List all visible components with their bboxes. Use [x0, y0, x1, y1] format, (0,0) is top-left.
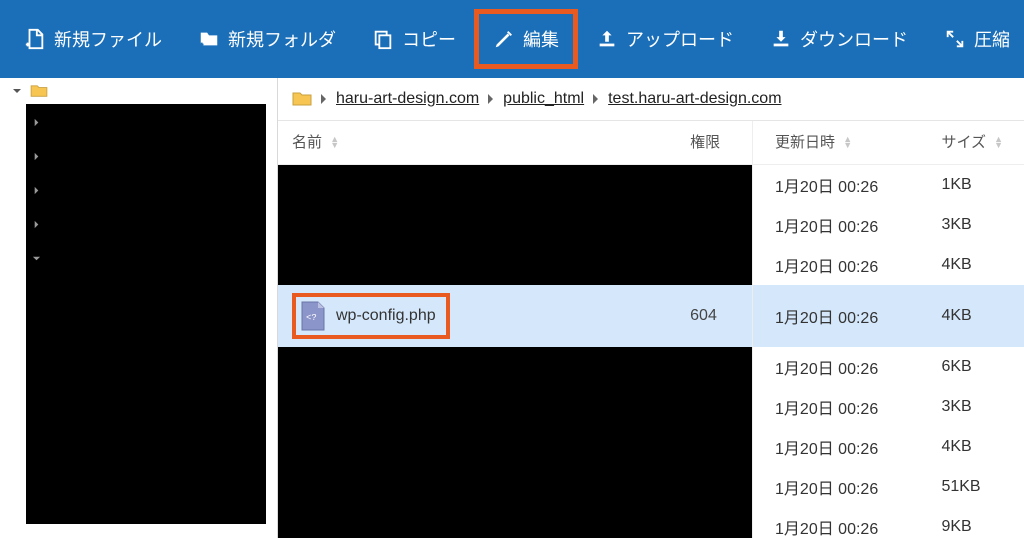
copy-label: コピー	[402, 26, 456, 52]
chevron-right-icon	[487, 93, 495, 105]
sort-icon: ▲▼	[330, 137, 339, 149]
column-name[interactable]: 名前 ▲▼	[278, 121, 680, 165]
table-row[interactable]: 1月20日 00:2651KB	[278, 467, 1024, 507]
file-size-cell: 3KB	[923, 205, 1024, 245]
download-button[interactable]: ダウンロード	[752, 16, 926, 62]
chevron-down-icon[interactable]	[12, 86, 24, 96]
table-header-row: 名前 ▲▼ 権限 更新日時 ▲▼ サイズ ▲▼	[278, 121, 1024, 165]
column-date-label: 更新日時	[775, 134, 835, 151]
file-table: 名前 ▲▼ 権限 更新日時 ▲▼ サイズ ▲▼	[278, 121, 1024, 538]
svg-text:<?: <?	[306, 313, 317, 323]
file-date-cell: 1月20日 00:26	[753, 245, 924, 285]
upload-icon	[596, 28, 618, 50]
redacted-cell	[278, 245, 753, 285]
file-date-cell: 1月20日 00:26	[753, 507, 924, 538]
redacted-cell	[278, 205, 753, 245]
file-plus-icon	[24, 28, 46, 50]
file-size-cell: 4KB	[923, 285, 1024, 347]
file-name-label: wp-config.php	[336, 307, 436, 325]
redacted-cell	[278, 427, 753, 467]
chevron-right-icon[interactable]	[32, 186, 41, 198]
new-file-button[interactable]: 新規ファイル	[6, 16, 180, 62]
pencil-icon	[493, 28, 515, 50]
column-size-label: サイズ	[941, 134, 986, 151]
table-row[interactable]: 1月20日 00:261KB	[278, 165, 1024, 206]
compress-label: 圧縮	[974, 26, 1010, 52]
upload-label: アップロード	[626, 26, 734, 52]
chevron-right-icon	[320, 93, 328, 105]
file-date-cell: 1月20日 00:26	[753, 427, 924, 467]
new-folder-button[interactable]: 新規フォルダ	[180, 16, 354, 62]
file-date-cell: 1月20日 00:26	[753, 467, 924, 507]
table-row[interactable]: 1月20日 00:264KB	[278, 427, 1024, 467]
new-folder-label: 新規フォルダ	[228, 26, 336, 52]
file-date-cell: 1月20日 00:26	[753, 285, 924, 347]
breadcrumb: haru-art-design.com public_html test.har…	[278, 78, 1024, 121]
download-icon	[770, 28, 792, 50]
column-date[interactable]: 更新日時 ▲▼	[753, 121, 924, 165]
table-row[interactable]: 1月20日 00:264KB	[278, 245, 1024, 285]
folder-plus-icon	[198, 28, 220, 50]
chevron-right-icon[interactable]	[32, 118, 41, 130]
file-size-cell: 3KB	[923, 387, 1024, 427]
chevron-right-icon[interactable]	[32, 152, 41, 164]
tree-redacted-area	[26, 104, 266, 524]
column-permission[interactable]: 権限	[680, 121, 752, 165]
breadcrumb-segment[interactable]: public_html	[503, 90, 584, 108]
file-name-cell[interactable]: <? wp-config.php	[278, 285, 680, 347]
copy-icon	[372, 28, 394, 50]
content-pane: haru-art-design.com public_html test.har…	[278, 78, 1024, 538]
new-file-label: 新規ファイル	[54, 26, 162, 52]
table-row[interactable]: <? wp-config.php 6041月20日 00:264KB	[278, 285, 1024, 347]
edit-button[interactable]: 編集	[474, 9, 578, 69]
redacted-cell	[278, 165, 753, 206]
chevron-down-icon[interactable]	[32, 254, 41, 266]
breadcrumb-segment[interactable]: haru-art-design.com	[336, 90, 479, 108]
folder-icon	[30, 84, 48, 98]
redacted-cell	[278, 347, 753, 387]
chevron-right-icon[interactable]	[32, 220, 41, 232]
edit-label: 編集	[523, 26, 559, 52]
upload-button[interactable]: アップロード	[578, 16, 752, 62]
php-file-icon: <?	[300, 301, 326, 331]
table-row[interactable]: 1月20日 00:269KB	[278, 507, 1024, 538]
column-perm-label: 権限	[690, 134, 720, 151]
table-row[interactable]: 1月20日 00:263KB	[278, 387, 1024, 427]
tree-root-item[interactable]	[0, 78, 277, 104]
redacted-cell	[278, 507, 753, 538]
column-size[interactable]: サイズ ▲▼	[923, 121, 1024, 165]
sort-icon: ▲▼	[843, 137, 852, 149]
folder-icon	[292, 91, 312, 107]
file-size-cell: 4KB	[923, 427, 1024, 467]
file-date-cell: 1月20日 00:26	[753, 165, 924, 206]
table-row[interactable]: 1月20日 00:263KB	[278, 205, 1024, 245]
file-name-highlight: <? wp-config.php	[292, 293, 450, 339]
toolbar: 新規ファイル 新規フォルダ コピー 編集 アップロード ダウンロード 圧縮	[0, 0, 1024, 78]
file-date-cell: 1月20日 00:26	[753, 387, 924, 427]
redacted-cell	[278, 467, 753, 507]
sidebar-tree	[0, 78, 278, 538]
file-size-cell: 1KB	[923, 165, 1024, 206]
breadcrumb-segment[interactable]: test.haru-art-design.com	[608, 90, 781, 108]
file-date-cell: 1月20日 00:26	[753, 205, 924, 245]
file-size-cell: 6KB	[923, 347, 1024, 387]
file-perm-cell: 604	[680, 285, 752, 347]
redacted-cell	[278, 387, 753, 427]
file-date-cell: 1月20日 00:26	[753, 347, 924, 387]
chevron-right-icon	[592, 93, 600, 105]
main-area: haru-art-design.com public_html test.har…	[0, 78, 1024, 538]
compress-button[interactable]: 圧縮	[926, 16, 1024, 62]
copy-button[interactable]: コピー	[354, 16, 474, 62]
file-size-cell: 9KB	[923, 507, 1024, 538]
sort-icon: ▲▼	[994, 137, 1003, 149]
file-size-cell: 51KB	[923, 467, 1024, 507]
table-row[interactable]: 1月20日 00:266KB	[278, 347, 1024, 387]
compress-icon	[944, 28, 966, 50]
file-size-cell: 4KB	[923, 245, 1024, 285]
download-label: ダウンロード	[800, 26, 908, 52]
column-name-label: 名前	[292, 134, 322, 151]
